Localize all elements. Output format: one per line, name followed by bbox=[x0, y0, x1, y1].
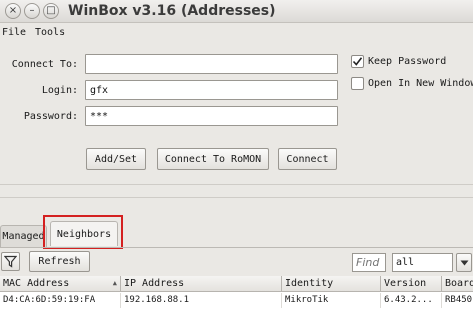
filter-select[interactable]: all bbox=[392, 253, 453, 272]
table-cell-identity[interactable]: MikroTik bbox=[282, 293, 381, 308]
close-button[interactable]: × bbox=[5, 3, 21, 19]
separator bbox=[0, 197, 473, 198]
connect-romon-button[interactable]: Connect To RoMON bbox=[157, 148, 269, 170]
column-header-identity[interactable]: Identity bbox=[282, 276, 381, 292]
filter-select-dropdown[interactable] bbox=[456, 253, 472, 272]
table-cell-board[interactable]: RB450... bbox=[442, 293, 473, 308]
column-header-version[interactable]: Version bbox=[381, 276, 442, 292]
dropdown-arrow-icon bbox=[460, 260, 468, 265]
menu-file[interactable]: File bbox=[2, 27, 26, 39]
separator bbox=[0, 184, 473, 185]
refresh-button[interactable]: Refresh bbox=[29, 251, 90, 272]
minimize-icon: – bbox=[29, 5, 35, 16]
keep-password-label: Keep Password bbox=[368, 56, 447, 67]
title-bar: × – □ WinBox v3.16 (Addresses) bbox=[0, 0, 473, 23]
checkmark-icon bbox=[352, 57, 363, 66]
login-label: Login: bbox=[41, 85, 78, 96]
highlight-annotation bbox=[43, 215, 123, 249]
neighbors-table: MAC Address ▲ IP Address Identity Versio… bbox=[0, 276, 473, 326]
open-new-window-label: Open In New Window bbox=[368, 78, 473, 89]
filter-button[interactable] bbox=[1, 252, 20, 271]
sort-asc-icon: ▲ bbox=[112, 279, 117, 287]
password-input[interactable] bbox=[85, 106, 338, 126]
filter-icon bbox=[4, 255, 17, 268]
column-header-mac-address[interactable]: MAC Address ▲ bbox=[0, 276, 121, 292]
find-input[interactable] bbox=[352, 253, 386, 272]
maximize-button[interactable]: □ bbox=[43, 3, 59, 19]
table-cell-mac[interactable]: D4:CA:6D:59:19:FA bbox=[0, 293, 121, 308]
tab-managed[interactable]: Managed bbox=[0, 225, 47, 247]
login-input[interactable] bbox=[85, 80, 338, 100]
table-cell-version[interactable]: 6.43.2... bbox=[381, 293, 442, 308]
connect-to-input[interactable] bbox=[85, 54, 338, 74]
maximize-icon: □ bbox=[46, 5, 56, 16]
table-cell-ip[interactable]: 192.168.88.1 bbox=[121, 293, 282, 308]
keep-password-checkbox[interactable] bbox=[351, 55, 364, 68]
add-set-button[interactable]: Add/Set bbox=[86, 148, 146, 170]
close-icon: × bbox=[8, 5, 18, 16]
connect-to-label: Connect To: bbox=[11, 59, 78, 70]
password-label: Password: bbox=[23, 111, 78, 122]
menu-tools[interactable]: Tools bbox=[35, 27, 65, 39]
menu-bar: File Tools bbox=[0, 24, 473, 42]
minimize-button[interactable]: – bbox=[24, 3, 40, 19]
column-header-board[interactable]: Board bbox=[442, 276, 473, 292]
connect-button[interactable]: Connect bbox=[278, 148, 337, 170]
tab-baseline bbox=[0, 247, 473, 248]
column-header-ip-address[interactable]: IP Address bbox=[121, 276, 282, 292]
open-new-window-checkbox[interactable] bbox=[351, 77, 364, 90]
window-title: WinBox v3.16 (Addresses) bbox=[68, 3, 276, 19]
column-header-label: MAC Address bbox=[3, 278, 70, 289]
